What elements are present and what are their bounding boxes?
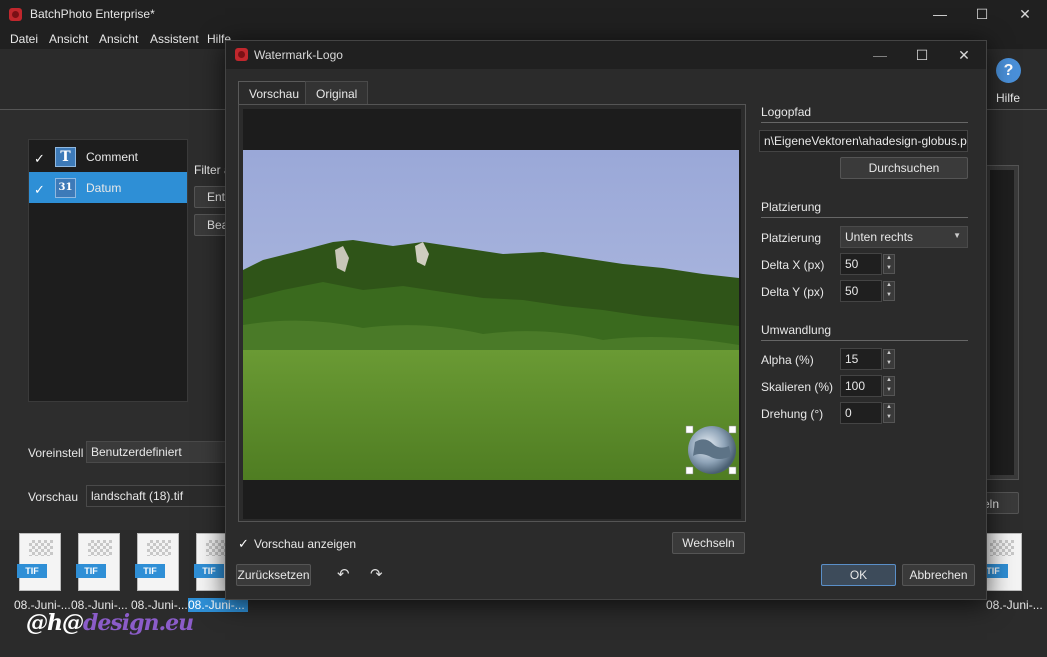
alpha-stepper[interactable] xyxy=(883,349,895,369)
calendar-icon: 31 xyxy=(55,178,76,198)
step-list: ✓ T Comment ✓ 31 Datum xyxy=(28,139,188,402)
checkbox-comment[interactable]: ✓ xyxy=(34,151,45,167)
thumbnail-label: 08.-Juni-... xyxy=(986,598,1043,612)
cancel-button[interactable]: Abbrechen xyxy=(902,564,975,586)
divider xyxy=(761,217,968,218)
bearbeiten-button[interactable]: Bea xyxy=(194,214,228,236)
logopfad-input[interactable]: n\EigeneVektoren\ahadesign-globus.png xyxy=(759,130,968,152)
preview-canvas xyxy=(243,109,741,519)
thumbnail[interactable]: TIF xyxy=(76,533,120,591)
rotation-stepper[interactable] xyxy=(883,403,895,423)
scale-label: Skalieren (%) xyxy=(761,380,834,394)
list-item-label: Datum xyxy=(86,181,122,195)
watermark-at: @h@ xyxy=(26,610,84,636)
dialog-title: Watermark-Logo xyxy=(254,48,343,62)
alpha-label: Alpha (%) xyxy=(761,353,814,367)
divider xyxy=(761,340,968,341)
thumbnail[interactable]: TIF xyxy=(135,533,179,591)
delta-x-label: Delta X (px) xyxy=(761,258,825,272)
voreinstell-select[interactable]: Benutzerdefiniert xyxy=(86,441,228,463)
undo-icon[interactable]: ↶ xyxy=(337,565,350,583)
delta-y-input[interactable]: 50 xyxy=(840,280,882,302)
menu-assistent[interactable]: Assistent xyxy=(150,32,199,46)
minimize-icon[interactable]: — xyxy=(858,41,902,69)
maximize-icon[interactable]: ☐ xyxy=(900,41,944,69)
transform-header: Umwandlung xyxy=(761,323,832,337)
checkbox-datum[interactable]: ✓ xyxy=(34,182,45,198)
placement-value: Unten rechts xyxy=(845,230,914,244)
reset-button[interactable]: Zurücksetzen xyxy=(236,564,311,586)
menu-ansicht[interactable]: Ansicht xyxy=(49,32,88,46)
watermark-design: design.eu xyxy=(83,610,194,636)
menu-datei[interactable]: Datei xyxy=(10,32,38,46)
text-icon: T xyxy=(55,147,76,167)
divider xyxy=(761,122,968,123)
menu-ansicht-2[interactable]: Ansicht xyxy=(99,32,138,46)
list-item-datum[interactable]: ✓ 31 Datum xyxy=(29,172,187,203)
thumbnail[interactable]: TIF xyxy=(17,533,61,591)
tif-badge: TIF xyxy=(194,564,224,578)
scale-stepper[interactable] xyxy=(883,376,895,396)
watermark-logo-dialog: Watermark-Logo — ☐ ✕ Vorschau Original L… xyxy=(225,40,987,600)
ok-button[interactable]: OK xyxy=(821,564,896,586)
show-preview-checkbox[interactable]: ✓ xyxy=(238,536,249,552)
tif-badge: TIF xyxy=(135,564,165,578)
tab-vorschau[interactable]: Vorschau xyxy=(238,81,311,105)
rotation-input[interactable]: 0 xyxy=(840,402,882,424)
placement-select[interactable]: Unten rechts ▼ xyxy=(840,226,968,248)
redo-icon[interactable]: ↷ xyxy=(370,565,383,583)
delta-x-input[interactable]: 50 xyxy=(840,253,882,275)
scale-input[interactable]: 100 xyxy=(840,375,882,397)
chevron-down-icon: ▼ xyxy=(953,231,961,240)
entfernen-button[interactable]: Ent xyxy=(194,186,228,208)
rotation-label: Drehung (°) xyxy=(761,407,824,421)
list-item-comment[interactable]: ✓ T Comment xyxy=(29,141,187,172)
ahadesign-watermark: @h@design.eu xyxy=(26,610,194,636)
browse-button[interactable]: Durchsuchen xyxy=(840,157,968,179)
dialog-title-bar: Watermark-Logo — ☐ ✕ xyxy=(226,41,986,69)
tif-badge: TIF xyxy=(76,564,106,578)
tif-badge: TIF xyxy=(17,564,47,578)
vorschau-label: Vorschau xyxy=(28,490,79,504)
close-icon[interactable]: ✕ xyxy=(1003,0,1047,29)
title-bar: BatchPhoto Enterprise* — ☐ ✕ xyxy=(0,0,1047,29)
delta-y-stepper[interactable] xyxy=(883,281,895,301)
placement-label: Platzierung xyxy=(761,231,822,245)
preview-panel xyxy=(238,104,746,522)
placement-header: Platzierung xyxy=(761,200,822,214)
landscape-photo xyxy=(243,150,739,480)
list-item-label: Comment xyxy=(86,150,139,164)
vorschau-select[interactable]: landschaft (18).tif xyxy=(86,485,228,507)
thumbnail-label-selected: 08.-Juni-... xyxy=(188,598,248,612)
tab-original[interactable]: Original xyxy=(305,81,369,105)
app-icon xyxy=(235,48,248,61)
show-preview-label: Vorschau anzeigen xyxy=(254,537,357,551)
help-label[interactable]: Hilfe xyxy=(996,91,1020,105)
delta-y-label: Delta Y (px) xyxy=(761,285,824,299)
app-icon xyxy=(9,8,22,21)
landscape-image xyxy=(243,150,739,480)
maximize-icon[interactable]: ☐ xyxy=(960,0,1004,29)
delta-x-stepper[interactable] xyxy=(883,254,895,274)
help-icon[interactable]: ? xyxy=(996,58,1021,83)
preview-pane xyxy=(985,165,1019,480)
alpha-input[interactable]: 15 xyxy=(840,348,882,370)
voreinstell-label: Voreinstell xyxy=(28,446,84,460)
window-title: BatchPhoto Enterprise* xyxy=(30,7,155,21)
close-icon[interactable]: ✕ xyxy=(942,41,986,69)
minimize-icon[interactable]: — xyxy=(918,0,962,29)
logopfad-header: Logopfad xyxy=(761,105,812,119)
switch-button[interactable]: Wechseln xyxy=(672,532,745,554)
